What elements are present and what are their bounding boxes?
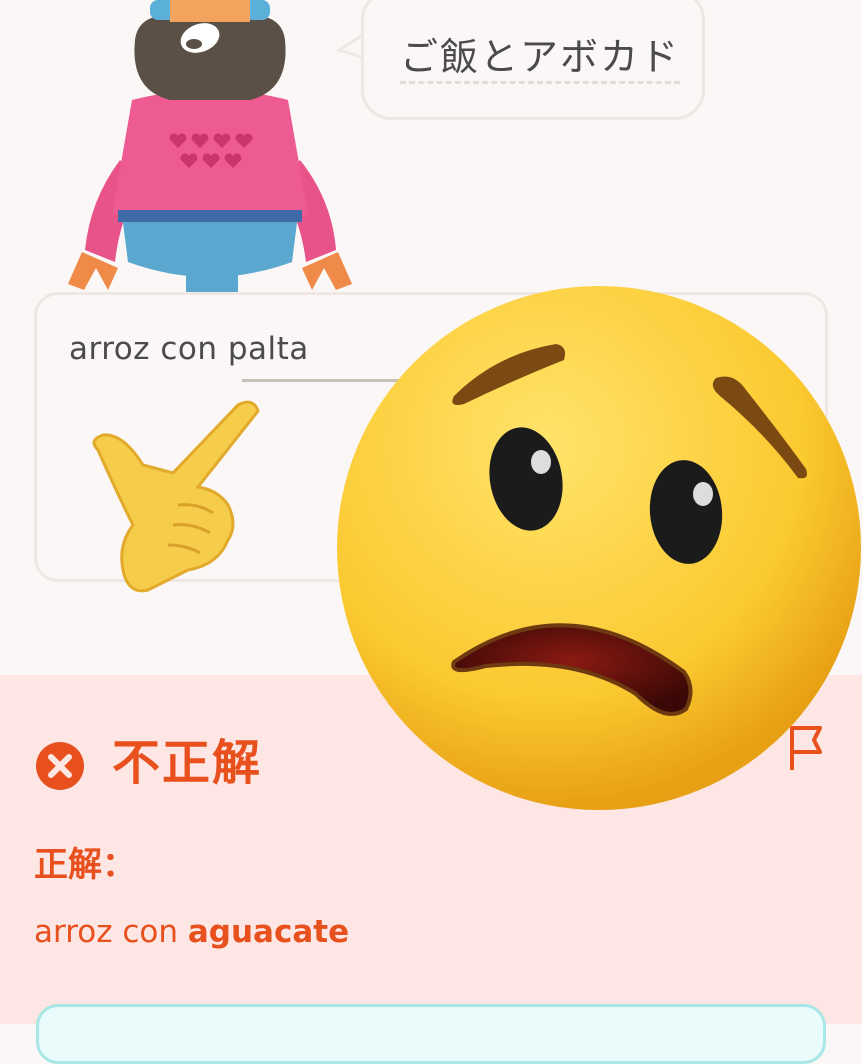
character-illustration bbox=[68, 0, 352, 292]
correct-solution: arroz con aguacate bbox=[34, 910, 349, 954]
prompt-text[interactable]: ご飯とアボカド bbox=[400, 35, 681, 84]
correct-solution-highlight: aguacate bbox=[187, 914, 350, 950]
speech-bubble[interactable]: ご飯とアボカド bbox=[361, 0, 705, 120]
pointing-hand-emoji bbox=[92, 400, 260, 593]
x-circle-icon bbox=[36, 742, 84, 790]
continue-button[interactable] bbox=[36, 1004, 826, 1064]
correct-solution-prefix: arroz con bbox=[34, 914, 188, 950]
feedback-title: 不正解 bbox=[112, 735, 263, 791]
worried-face-emoji bbox=[337, 286, 861, 810]
user-answer: arroz con palta bbox=[69, 331, 309, 367]
correct-solution-label: 正解： bbox=[34, 845, 136, 885]
